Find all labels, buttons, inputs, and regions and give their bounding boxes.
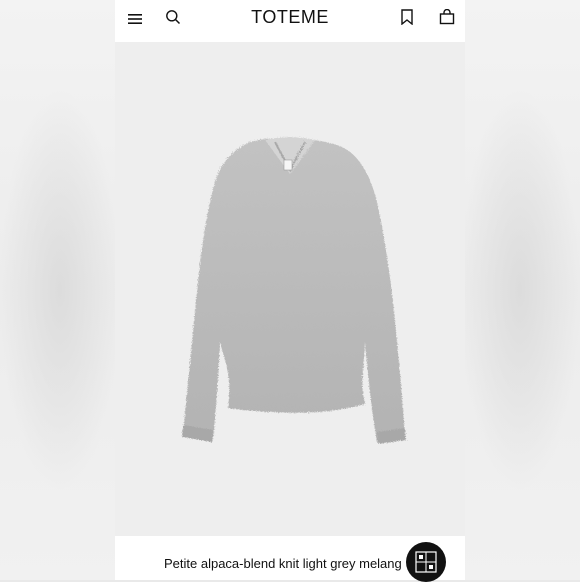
bookmark-icon[interactable] [397, 7, 417, 27]
sweater-illustration [182, 137, 406, 444]
brand-badge-icon [406, 542, 446, 582]
shopping-bag-icon[interactable] [437, 7, 457, 27]
phone-screen: TOTEME Petite alpaca-blend knit light gr… [115, 0, 465, 580]
product-name[interactable]: Petite alpaca-blend knit light grey mela… [164, 556, 402, 571]
top-navigation-bar: TOTEME [115, 0, 465, 42]
product-image[interactable] [115, 42, 465, 536]
